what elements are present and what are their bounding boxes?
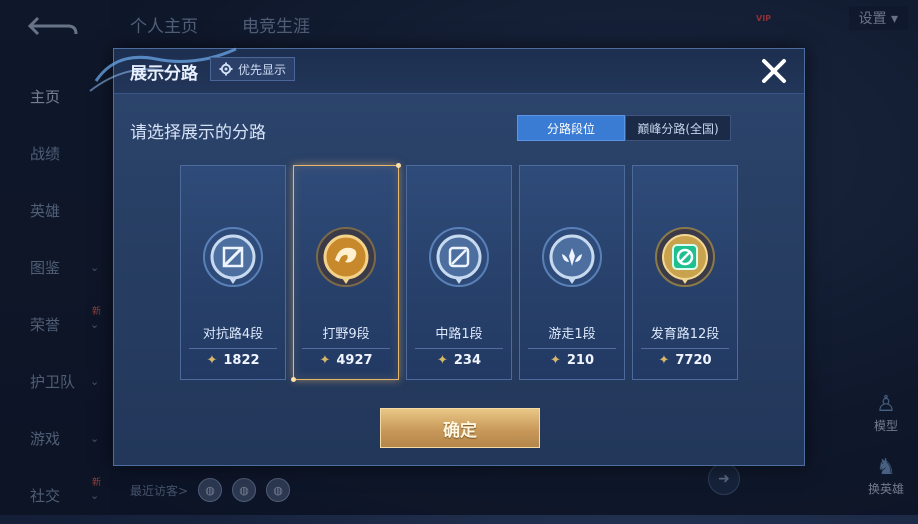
- sword-emblem-icon: [203, 227, 263, 287]
- lane-card-mid[interactable]: 中路1段 ✦ 234: [406, 165, 512, 380]
- lane-name: 游走1段: [548, 327, 596, 342]
- tab-peak-lane[interactable]: 巅峰分路(全国): [625, 115, 731, 141]
- lane-mode-toggle: 分路段位 巅峰分路(全国): [517, 115, 731, 141]
- rank-star-icon: ✦: [658, 353, 670, 368]
- lane-name: 打野9段: [322, 327, 370, 342]
- lane-card-roam[interactable]: 游走1段 ✦ 210: [519, 165, 625, 380]
- dialog-header: 展示分路 优先显示: [89, 47, 804, 94]
- lane-points: ✦ 7720: [658, 353, 712, 368]
- priority-display-button[interactable]: 优先显示: [210, 57, 296, 81]
- lane-card-top[interactable]: 对抗路4段 ✦ 1822: [180, 165, 286, 380]
- lane-points: ✦ 234: [436, 353, 482, 368]
- marksman-emblem-icon: [655, 227, 715, 287]
- lane-points: ✦ 4927: [319, 353, 373, 368]
- divider: [641, 348, 729, 349]
- corner-glow-dot: [396, 163, 401, 168]
- rank-star-icon: ✦: [549, 353, 561, 368]
- lane-card-list: 对抗路4段 ✦ 1822 打野9段 ✦ 4927 中路1段 ✦ 234 游走1段…: [180, 163, 738, 382]
- dragon-emblem-icon: [316, 227, 376, 287]
- lane-name: 发育路12段: [650, 327, 720, 342]
- lane-card-jungle[interactable]: 打野9段 ✦ 4927: [291, 163, 401, 382]
- close-icon: [762, 59, 786, 83]
- wing-emblem-icon: [542, 227, 602, 287]
- rank-star-icon: ✦: [436, 353, 448, 368]
- display-lane-dialog: 展示分路 优先显示 请选择展示的分路 分路段位 巅峰分路(全国) 对抗路4段 ✦…: [89, 47, 805, 466]
- divider: [528, 348, 616, 349]
- close-button[interactable]: [758, 55, 790, 87]
- mage-emblem-icon: [429, 227, 489, 287]
- dialog-title: 展示分路: [130, 64, 198, 84]
- select-lane-prompt: 请选择展示的分路: [130, 123, 266, 143]
- lane-points: ✦ 1822: [206, 353, 260, 368]
- divider: [302, 348, 390, 349]
- corner-glow-dot: [291, 377, 296, 382]
- confirm-button[interactable]: 确定: [380, 408, 540, 448]
- rank-star-icon: ✦: [206, 353, 218, 368]
- lane-card-bot[interactable]: 发育路12段 ✦ 7720: [632, 165, 738, 380]
- tab-lane-rank[interactable]: 分路段位: [517, 115, 625, 141]
- lane-name: 对抗路4段: [202, 327, 264, 342]
- rank-star-icon: ✦: [319, 353, 331, 368]
- lane-points: ✦ 210: [549, 353, 595, 368]
- divider: [189, 348, 277, 349]
- lane-name: 中路1段: [435, 327, 483, 342]
- divider: [415, 348, 503, 349]
- gear-icon: [219, 62, 233, 76]
